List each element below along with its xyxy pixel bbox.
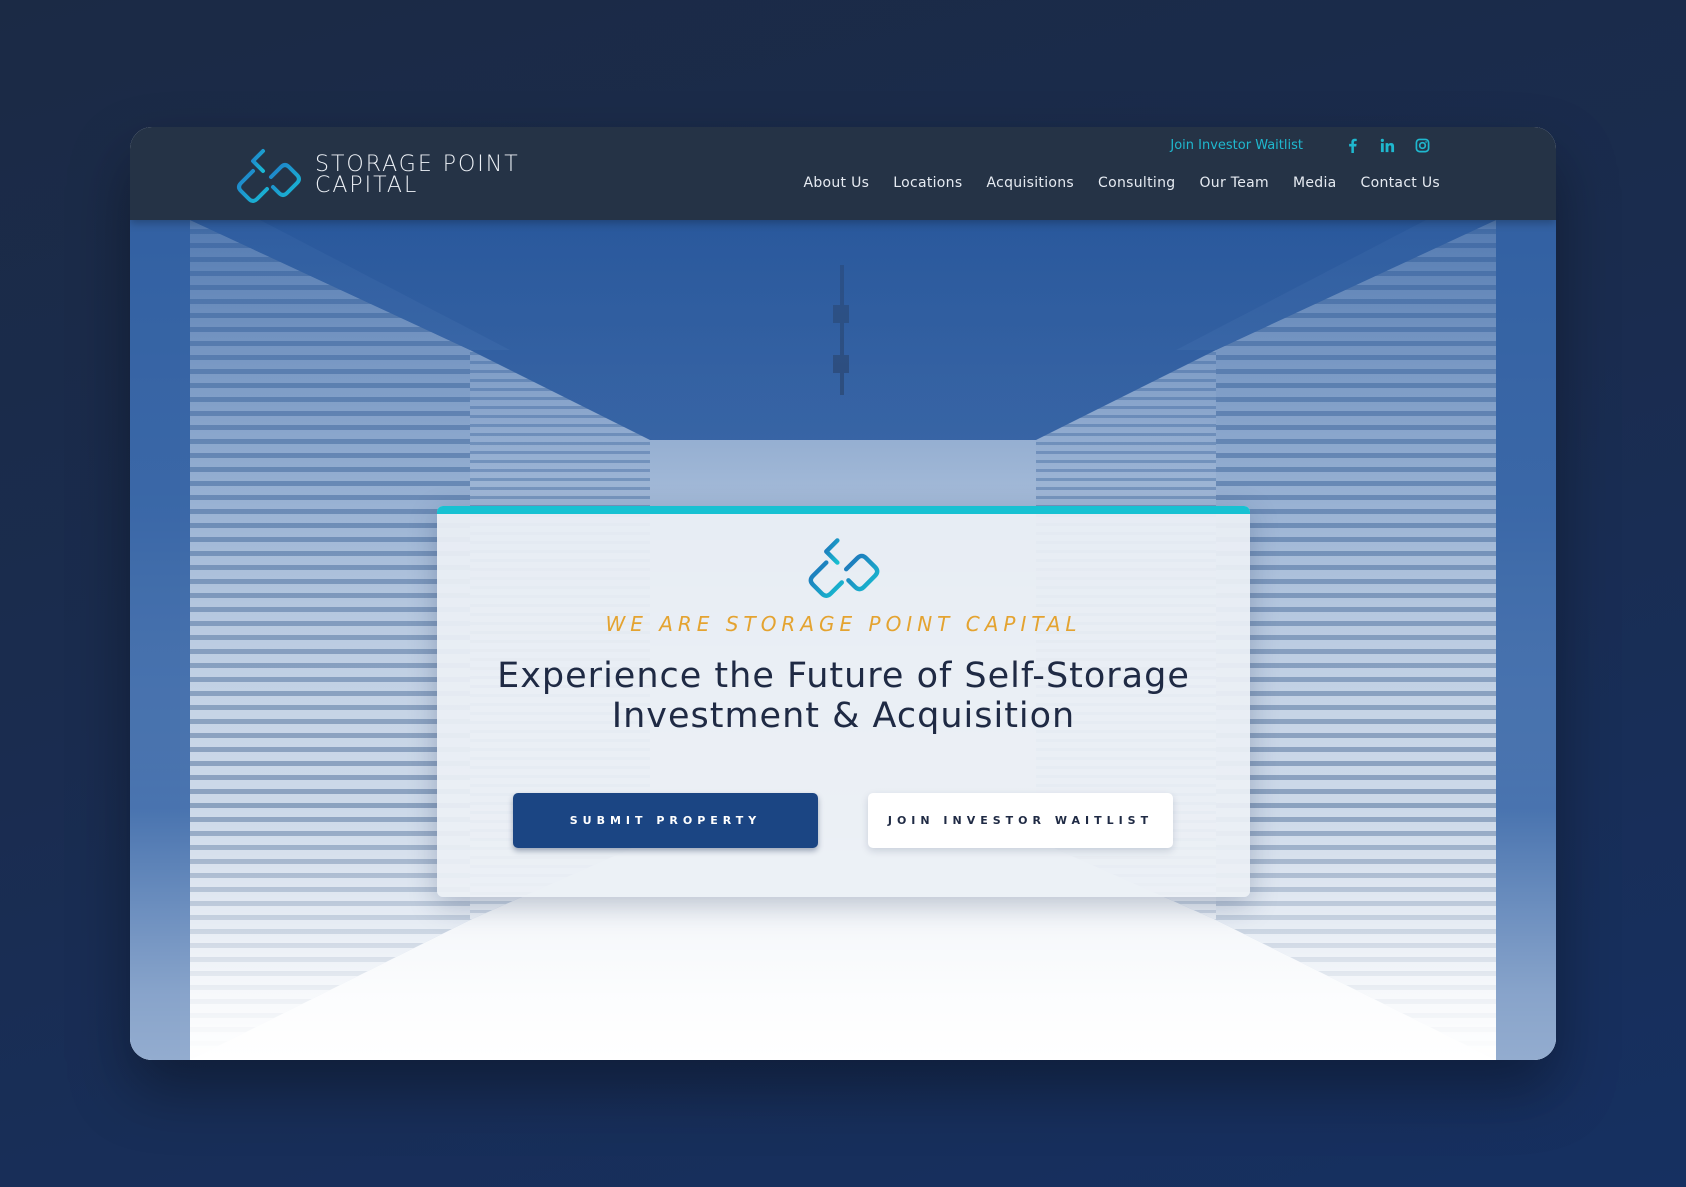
hero-cta-row: SUBMIT PROPERTY JOIN INVESTOR WAITLIST [513,793,1173,848]
hero-card-accent-bar [437,506,1250,514]
hero-headline: Experience the Future of Self-Storage In… [497,656,1190,736]
facebook-icon[interactable] [1344,137,1360,153]
hero-section: WE ARE STORAGE POINT CAPITAL Experience … [130,220,1556,1060]
submit-property-button[interactable]: SUBMIT PROPERTY [513,793,818,848]
utility-bar: Join Investor Waitlist [1170,137,1430,153]
instagram-icon[interactable] [1414,137,1430,153]
nav-about-us[interactable]: About Us [803,175,869,191]
join-waitlist-link[interactable]: Join Investor Waitlist [1170,138,1303,153]
nav-locations[interactable]: Locations [893,175,962,191]
linked-chain-logo-icon [237,149,301,203]
brand-name-line1: STORAGE POINT [315,152,520,177]
nav-consulting[interactable]: Consulting [1098,175,1175,191]
site-header: STORAGE POINT CAPITAL Join Investor Wait… [130,127,1556,220]
brand-logo-link[interactable]: STORAGE POINT CAPITAL [233,147,520,203]
linked-chain-logo-icon [808,538,879,598]
nav-media[interactable]: Media [1293,175,1337,191]
website-card: STORAGE POINT CAPITAL Join Investor Wait… [130,127,1556,1060]
nav-our-team[interactable]: Our Team [1199,175,1269,191]
nav-acquisitions[interactable]: Acquisitions [986,175,1074,191]
hero-card: WE ARE STORAGE POINT CAPITAL Experience … [437,506,1250,897]
hero-tagline: WE ARE STORAGE POINT CAPITAL [605,612,1082,636]
brand-name-line2: CAPITAL [315,173,419,198]
join-investor-waitlist-button[interactable]: JOIN INVESTOR WAITLIST [868,793,1173,848]
main-nav: About Us Locations Acquisitions Consulti… [779,175,1440,191]
linkedin-icon[interactable] [1379,137,1395,153]
nav-contact-us[interactable]: Contact Us [1361,175,1440,191]
